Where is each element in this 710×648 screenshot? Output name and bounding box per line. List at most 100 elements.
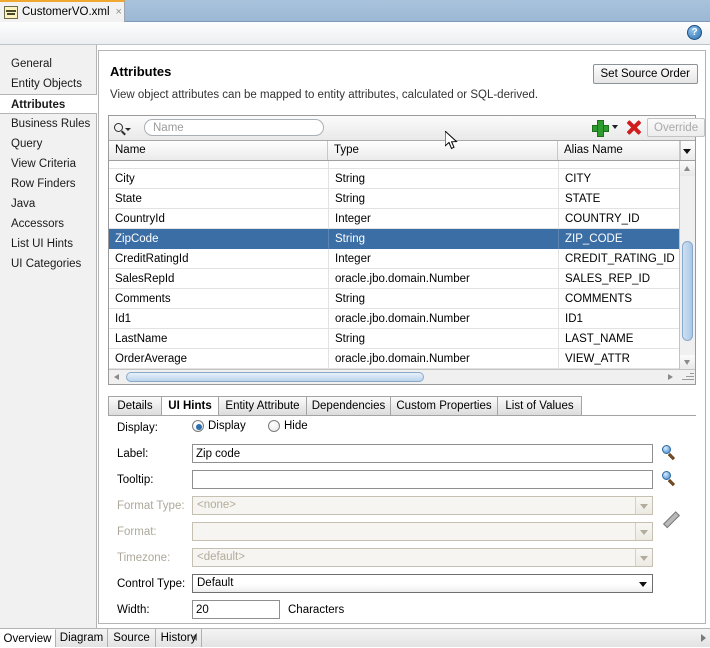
format-type-combobox[interactable]: <none> [192,496,653,515]
chevron-down-icon[interactable] [612,125,618,129]
editor-tab-label: CustomerVO.xml [22,6,110,18]
add-attribute-button[interactable] [591,119,608,136]
scroll-down-arrow[interactable] [680,355,695,370]
xml-file-icon [4,6,18,19]
table-cell-name: State [109,189,328,209]
scroll-right-arrow[interactable] [664,370,679,384]
bottom-tab-diagram[interactable]: Diagram [56,629,108,647]
edit-pencil-icon[interactable] [662,511,680,529]
detail-tab-details[interactable]: Details [108,396,162,415]
column-header-type[interactable]: Type [328,141,558,160]
table-cell-alias: CREDIT_RATING_ID [558,249,681,269]
help-icon[interactable]: ? [687,25,702,40]
bottom-tabs-scroll-right-icon[interactable] [701,634,706,642]
horizontal-scroll-thumb[interactable] [126,372,424,382]
tooltip-search-icon[interactable] [661,470,679,488]
radio-display[interactable]: Display [192,420,246,432]
detail-tab-entity-attribute[interactable]: Entity Attribute [218,396,307,415]
table-vertical-scrollbar[interactable] [679,161,695,370]
bottom-tab-strip: OverviewDiagramSourceHistory [0,628,710,647]
table-row[interactable]: CountryIdIntegerCOUNTRY_ID [109,209,681,229]
nav-item-list-ui-hints[interactable]: List UI Hints [0,234,96,254]
table-cell-name: CountryId [109,209,328,229]
nav-item-general[interactable]: General [0,54,96,74]
table-cell-type: oracle.jbo.domain.Number [328,309,558,329]
table-row-partial [109,161,681,169]
close-icon[interactable]: × [116,6,122,18]
nav-item-attributes[interactable]: Attributes [0,94,97,114]
ui-hints-form: Display: Display Hide Label: Tooltip: [108,417,696,607]
table-row[interactable]: SalesRepIdoracle.jbo.domain.NumberSALES_… [109,269,681,289]
editor-navigator-list: General Entity ObjectsAttributesBusiness … [0,45,97,628]
override-button[interactable]: Override [647,118,705,137]
nav-item-label: General [11,58,52,70]
tooltip-input[interactable] [192,470,653,489]
page-description: View object attributes can be mapped to … [110,89,538,101]
nav-item-query[interactable]: Query [0,134,96,154]
editor-tab-customervo[interactable]: CustomerVO.xml × [0,0,125,22]
table-cell-name: OrderAverage [109,349,328,369]
table-row[interactable]: CommentsStringCOMMENTS [109,289,681,309]
column-selector-icon[interactable] [679,141,695,160]
timezone-value: <default> [197,551,245,563]
form-row-width: Width: Characters [108,599,696,621]
resize-grip-icon[interactable] [681,370,694,383]
table-row[interactable]: LastNameStringLAST_NAME [109,329,681,349]
chevron-down-icon [635,575,652,592]
table-horizontal-scrollbar[interactable] [109,369,695,384]
nav-item-ui-categories[interactable]: UI Categories [0,254,96,274]
scroll-up-arrow[interactable] [680,161,695,176]
detail-tab-ui-hints[interactable]: UI Hints [161,396,219,416]
table-cell-alias: ZIP_CODE [558,229,681,249]
search-icon[interactable] [114,119,142,136]
table-cell-type: Integer [328,209,558,229]
detail-tab-list-of-values[interactable]: List of Values [497,396,582,415]
nav-item-accessors[interactable]: Accessors [0,214,96,234]
control-type-value: Default [197,577,233,589]
set-source-order-button[interactable]: Set Source Order [593,64,698,84]
attributes-panel: Attributes View object attributes can be… [98,50,706,624]
attributes-table-header: Alias NameTypeName [109,141,695,161]
label-field-label: Label: [117,443,148,465]
table-cell-type: oracle.jbo.domain.Number [328,349,558,369]
table-row[interactable]: Id1oracle.jbo.domain.NumberID1 [109,309,681,329]
format-combobox[interactable] [192,522,653,541]
nav-item-view-criteria[interactable]: View Criteria [0,154,96,174]
table-cell-alias: COMMENTS [558,289,681,309]
table-row[interactable]: OrderAverageoracle.jbo.domain.NumberVIEW… [109,349,681,369]
scroll-left-arrow[interactable] [109,370,124,384]
nav-item-row-finders[interactable]: Row Finders [0,174,96,194]
delete-attribute-button[interactable] [625,119,642,136]
column-header-name[interactable]: Name [109,141,328,160]
nav-item-label: Accessors [11,218,64,230]
control-type-label: Control Type: [117,573,185,595]
column-header-alias-name[interactable]: Alias Name [558,141,681,160]
table-row[interactable]: CreditRatingIdIntegerCREDIT_RATING_ID [109,249,681,269]
nav-item-java[interactable]: Java [0,194,96,214]
table-cell-alias: SALES_REP_ID [558,269,681,289]
table-row[interactable]: ZipCodeStringZIP_CODE [109,229,681,249]
radio-hide[interactable]: Hide [268,420,308,432]
nav-item-business-rules[interactable]: Business Rules [0,114,96,134]
label-input[interactable] [192,444,653,463]
table-cell-alias: LAST_NAME [558,329,681,349]
timezone-combobox[interactable]: <default> [192,548,653,567]
detail-tab-custom-properties[interactable]: Custom Properties [390,396,498,415]
table-row[interactable]: CityStringCITY [109,169,681,189]
attributes-table-toolbar: Override [109,116,695,141]
bottom-tab-history[interactable]: History [156,629,202,647]
table-cell-type: String [328,329,558,349]
detail-tab-strip: DetailsUI HintsEntity AttributeDependenc… [108,396,696,416]
form-row-label: Label: [108,443,696,465]
control-type-combobox[interactable]: Default [192,574,653,593]
label-search-icon[interactable] [661,444,679,462]
tooltip-field-label: Tooltip: [117,469,153,491]
detail-tab-dependencies[interactable]: Dependencies [306,396,391,415]
search-input[interactable] [144,119,324,136]
bottom-tab-source[interactable]: Source [108,629,156,647]
vertical-scroll-thumb[interactable] [682,241,693,341]
table-row[interactable]: StateStringSTATE [109,189,681,209]
nav-item-entity-objects[interactable]: Entity Objects [0,74,96,94]
width-input[interactable] [192,600,280,619]
bottom-tab-overview[interactable]: Overview [0,629,56,647]
